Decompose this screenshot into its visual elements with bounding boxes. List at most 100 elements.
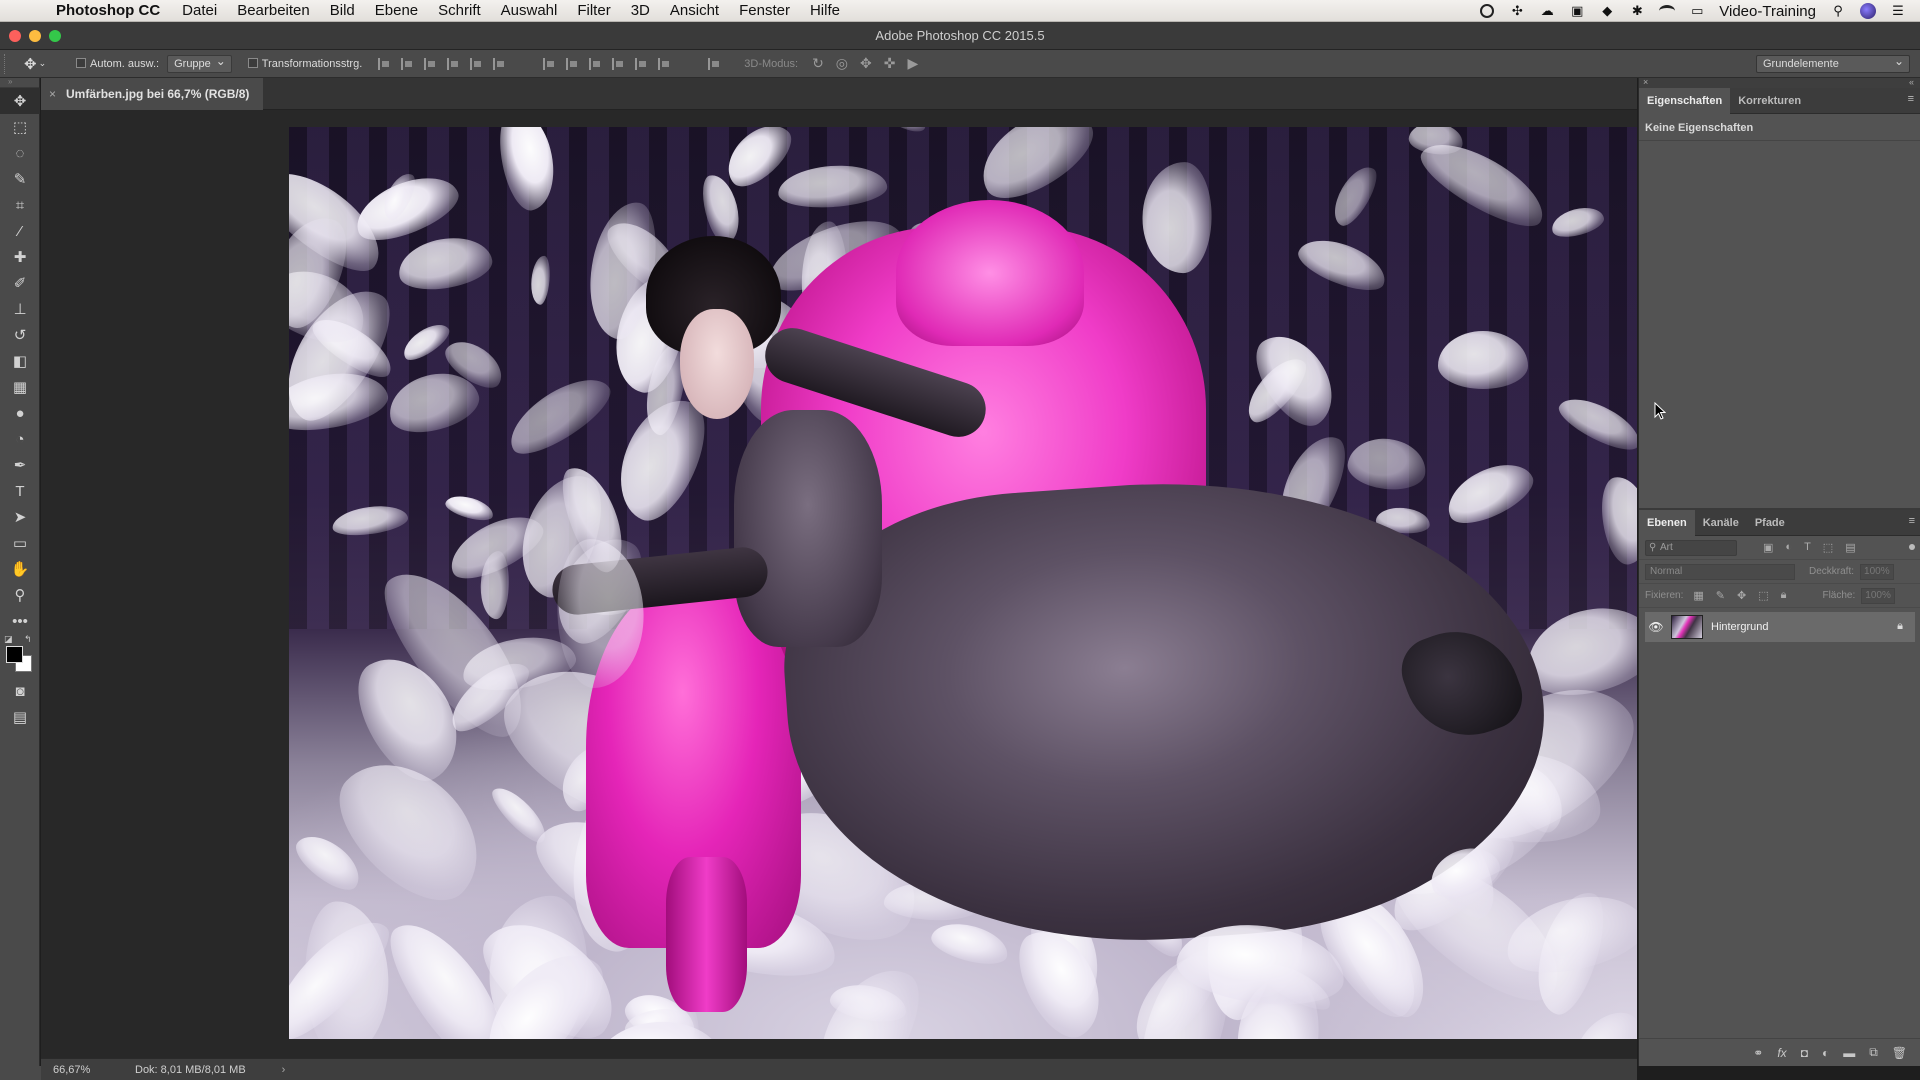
align-hcenter-icon[interactable] (470, 57, 482, 70)
foreground-color-swatch[interactable] (6, 646, 23, 663)
extension-icon[interactable]: ✣ (1509, 3, 1525, 18)
image-canvas[interactable] (289, 127, 1637, 1039)
lock-position-icon[interactable]: ✥ (1737, 589, 1746, 602)
align-bottom-icon[interactable] (424, 57, 436, 70)
menu-hilfe[interactable]: Hilfe (810, 2, 840, 19)
path-select-tool[interactable]: ➤ (0, 504, 40, 530)
siri-icon[interactable] (1860, 3, 1876, 19)
layer-thumbnail[interactable] (1671, 615, 1703, 639)
rotate-3d-icon[interactable]: ↻ (812, 55, 824, 72)
healing-tool[interactable]: ✚ (0, 244, 40, 270)
airplay-icon[interactable]: ▭ (1689, 3, 1705, 18)
options-bar-grip[interactable] (4, 53, 10, 74)
align-left-icon[interactable] (447, 57, 459, 70)
lasso-tool[interactable]: ◌ (0, 140, 40, 166)
lock-artboard-icon[interactable]: ⬚ (1758, 589, 1768, 602)
pen-tool[interactable]: ✒ (0, 452, 40, 478)
menu-fenster[interactable]: Fenster (739, 2, 790, 19)
layers-panel-menu-icon[interactable]: ≡ (1909, 516, 1915, 527)
distribute-top-icon[interactable] (543, 57, 555, 70)
hand-tool[interactable]: ✋ (0, 556, 40, 582)
add-mask-icon[interactable]: ◘ (1801, 1046, 1808, 1060)
layer-name[interactable]: Hintergrund (1711, 621, 1768, 633)
move-tool[interactable]: ✥ (0, 88, 40, 114)
menu-schrift[interactable]: Schrift (438, 2, 481, 19)
eyedropper-tool[interactable]: ⁄ (0, 218, 40, 244)
notification-center-icon[interactable]: ☰ (1890, 3, 1906, 18)
layer-visibility-eye-icon[interactable]: 👁︎ (1645, 620, 1667, 634)
layer-filter-toggle[interactable] (1909, 544, 1915, 550)
lock-pixels-icon[interactable]: ✎ (1716, 589, 1725, 602)
record-icon[interactable] (1479, 4, 1495, 18)
menu-bild[interactable]: Bild (330, 2, 355, 19)
new-adjustment-layer-icon[interactable]: ◐ (1822, 1046, 1829, 1060)
dodge-tool[interactable]: ◔ (0, 426, 40, 452)
collapse-panel-icon[interactable]: « (1909, 78, 1914, 88)
new-layer-icon[interactable]: ⧉ (1869, 1045, 1878, 1060)
type-tool[interactable]: T (0, 478, 40, 504)
brush-tool[interactable]: ✐ (0, 270, 40, 296)
marquee-tool[interactable]: ⬚ (0, 114, 40, 140)
more-tools[interactable]: ••• (0, 608, 40, 634)
transform-controls-checkbox[interactable]: Transformationsstrg. (247, 57, 362, 70)
move-tool-preset-icon[interactable]: ✥ ⌄ (24, 55, 48, 73)
auto-align-icon[interactable] (708, 57, 720, 70)
tools-panel-grip[interactable]: » (0, 78, 39, 88)
tab-kanaele[interactable]: Kanäle (1695, 510, 1747, 536)
distribute-left-icon[interactable] (612, 57, 624, 70)
auto-select-checkbox[interactable]: Autom. ausw.: (76, 57, 159, 70)
layer-fx-icon[interactable]: fx (1777, 1046, 1786, 1060)
link-layers-icon[interactable]: ⚭ (1753, 1046, 1763, 1060)
filter-shape-icon[interactable]: ⬚ (1823, 541, 1833, 554)
workspace-dropdown[interactable]: Grundelemente (1756, 53, 1910, 73)
delete-layer-trash-icon[interactable]: 🗑︎ (1892, 1046, 1907, 1060)
auto-select-dropdown[interactable]: Gruppe (167, 53, 232, 73)
quick-select-tool[interactable]: ✎ (0, 166, 40, 192)
cloud-icon[interactable]: ☁ (1539, 3, 1555, 18)
filter-adjustment-icon[interactable]: ◐ (1785, 541, 1792, 554)
status-menu-arrow[interactable]: › (282, 1064, 286, 1076)
wifi-icon[interactable] (1659, 4, 1676, 18)
zoom-tool[interactable]: ⚲ (0, 582, 40, 608)
rectangle-tool[interactable]: ▭ (0, 530, 40, 556)
layer-row-hintergrund[interactable]: 👁︎ Hintergrund 🔒︎ (1645, 612, 1915, 642)
zoom-level[interactable]: 66,67% (53, 1064, 123, 1076)
menu-ansicht[interactable]: Ansicht (670, 2, 719, 19)
filter-type-icon[interactable]: T (1804, 541, 1811, 554)
filter-smart-object-icon[interactable]: ▤ (1845, 541, 1855, 554)
new-group-folder-icon[interactable]: ▬ (1843, 1046, 1855, 1060)
close-document-icon[interactable]: × (49, 87, 56, 101)
bluetooth-icon[interactable]: ✱ (1629, 3, 1645, 18)
pan-3d-icon[interactable]: ✥ (860, 55, 872, 72)
filter-pixel-icon[interactable]: ▣ (1763, 541, 1773, 554)
tab-korrekturen[interactable]: Korrekturen (1730, 88, 1809, 114)
slide-3d-icon[interactable]: ✜ (884, 55, 896, 72)
align-vcenter-icon[interactable] (401, 57, 413, 70)
swap-colors-icon[interactable]: ↰ (24, 634, 32, 645)
align-top-icon[interactable] (378, 57, 390, 70)
roll-3d-icon[interactable]: ◎ (836, 55, 848, 72)
menu-ebene[interactable]: Ebene (375, 2, 418, 19)
menu-app-name[interactable]: Photoshop CC (56, 2, 160, 19)
tab-pfade[interactable]: Pfade (1747, 510, 1793, 536)
history-brush-tool[interactable]: ↺ (0, 322, 40, 348)
document-tab[interactable]: × Umfärben.jpg bei 66,7% (RGB/8) (41, 78, 264, 110)
layer-filter-dropdown[interactable]: Art (1645, 539, 1737, 556)
blend-mode-dropdown[interactable]: Normal (1645, 563, 1795, 580)
spotlight-search-icon[interactable]: ⚲ (1830, 3, 1846, 18)
close-window-button[interactable] (9, 30, 21, 42)
default-colors-icon[interactable]: ◪ (4, 634, 13, 645)
stamp-tool[interactable]: ⊥ (0, 296, 40, 322)
lock-all-icon[interactable]: 🔒︎ (1781, 589, 1787, 602)
distribute-bottom-icon[interactable] (589, 57, 601, 70)
menu-auswahl[interactable]: Auswahl (501, 2, 558, 19)
gradient-tool[interactable]: ▦ (0, 374, 40, 400)
blur-tool[interactable]: ● (0, 400, 40, 426)
eraser-tool[interactable]: ◧ (0, 348, 40, 374)
menu-3d[interactable]: 3D (631, 2, 650, 19)
distribute-vcenter-icon[interactable] (566, 57, 578, 70)
screen-mode-icon[interactable]: ▤ (0, 704, 40, 730)
distribute-hcenter-icon[interactable] (635, 57, 647, 70)
lock-transparency-icon[interactable]: ▦ (1693, 589, 1703, 602)
close-panel-icon[interactable]: × (1643, 78, 1648, 88)
